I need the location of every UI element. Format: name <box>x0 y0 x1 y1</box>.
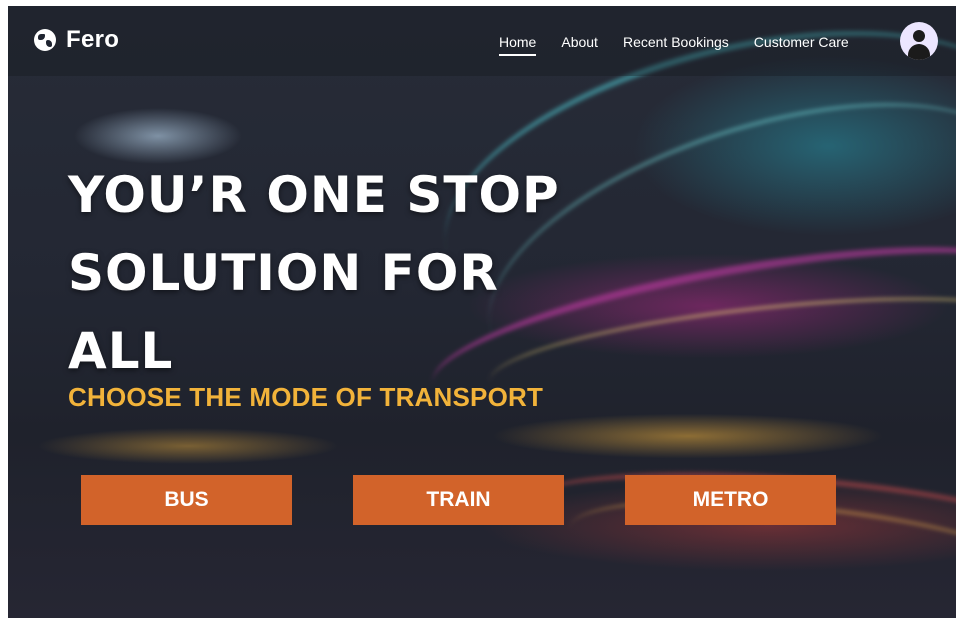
hero-title-line-2: SOLUTION FOR <box>68 244 499 302</box>
user-avatar-icon[interactable] <box>900 22 938 60</box>
brand-logo[interactable]: Fero <box>34 26 119 54</box>
metro-button[interactable]: METRO <box>625 475 836 525</box>
page-frame: Fero Home About Recent Bookings Customer… <box>8 6 956 618</box>
nav-link-home[interactable]: Home <box>499 34 537 56</box>
navbar: Fero Home About Recent Bookings Customer… <box>8 6 956 76</box>
globe-icon <box>34 29 56 51</box>
nav-link-recent-bookings[interactable]: Recent Bookings <box>623 34 729 50</box>
train-button[interactable]: TRAIN <box>353 475 564 525</box>
hero-subtitle: CHOOSE THE MODE OF TRANSPORT <box>68 382 544 412</box>
nav-links: Home About Recent Bookings Customer Care <box>499 34 874 56</box>
nav-link-customer-care[interactable]: Customer Care <box>754 34 849 50</box>
hero-title: YOU’R ONE STOP SOLUTION FOR ALL <box>68 156 628 390</box>
hero-title-line-1: YOU’R ONE STOP <box>68 166 560 224</box>
brand-name: Fero <box>66 26 120 53</box>
nav-link-about[interactable]: About <box>561 34 598 50</box>
bus-button[interactable]: BUS <box>81 475 292 525</box>
hero-title-line-3: ALL <box>68 322 174 380</box>
